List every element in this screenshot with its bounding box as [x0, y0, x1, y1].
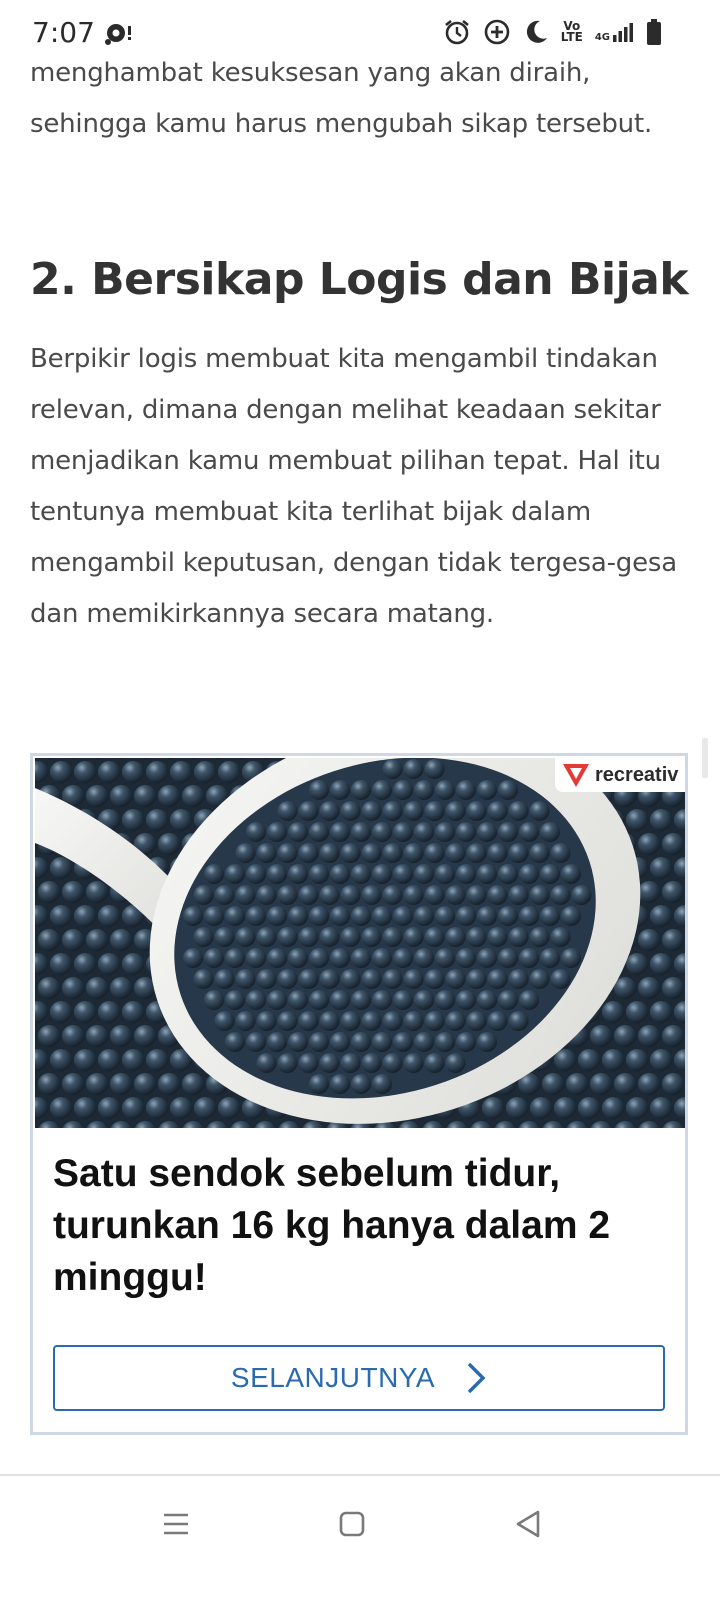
status-time: 7:07 [32, 16, 95, 49]
recreativ-logo-icon [563, 764, 589, 787]
alarm-icon [444, 19, 469, 45]
home-button[interactable] [322, 1504, 382, 1544]
notification-icon [105, 24, 131, 45]
status-icons: Vo LTE 4G [443, 18, 662, 46]
menu-icon [164, 1513, 188, 1535]
tapioca-pearls-image [35, 758, 685, 1128]
back-button[interactable] [498, 1504, 558, 1544]
article-paragraph: Berpikir logis membuat kita mengambil ti… [30, 344, 677, 629]
do-not-disturb-moon-icon [526, 20, 547, 43]
signal-4g-icon: 4G [595, 21, 634, 43]
battery-icon [647, 19, 661, 45]
back-triangle-icon [516, 1510, 540, 1538]
next-button[interactable]: SELANJUTNYA [53, 1345, 665, 1411]
signal-bars-icon [613, 23, 633, 42]
navigation-bar [0, 1476, 720, 1600]
section-heading: 2. Bersikap Logis dan Bijak [30, 254, 689, 305]
article-paragraph-top: menghambat kesuksesan yang akan diraih, … [30, 58, 653, 139]
home-square-icon [339, 1511, 365, 1537]
volte-bottom-label: LTE [560, 30, 583, 44]
data-saver-icon [484, 19, 510, 45]
ad-title[interactable]: Satu sendok sebelum tidur, turunkan 16 k… [53, 1148, 663, 1304]
ad-badge[interactable]: recreativ [555, 758, 685, 792]
scroll-indicator[interactable] [702, 738, 708, 778]
recent-apps-button[interactable] [146, 1504, 206, 1544]
ad-badge-label: recreativ [595, 763, 679, 786]
signal-label: 4G [594, 32, 610, 43]
next-button-label: SELANJUTNYA [230, 1362, 436, 1393]
volte-icon: Vo LTE [560, 20, 583, 44]
chevron-right-icon [467, 1362, 486, 1394]
ad-card[interactable]: recreativ Satu sendok sebelum tidur, tur… [30, 753, 688, 1435]
ad-image[interactable]: recreativ [35, 758, 685, 1128]
